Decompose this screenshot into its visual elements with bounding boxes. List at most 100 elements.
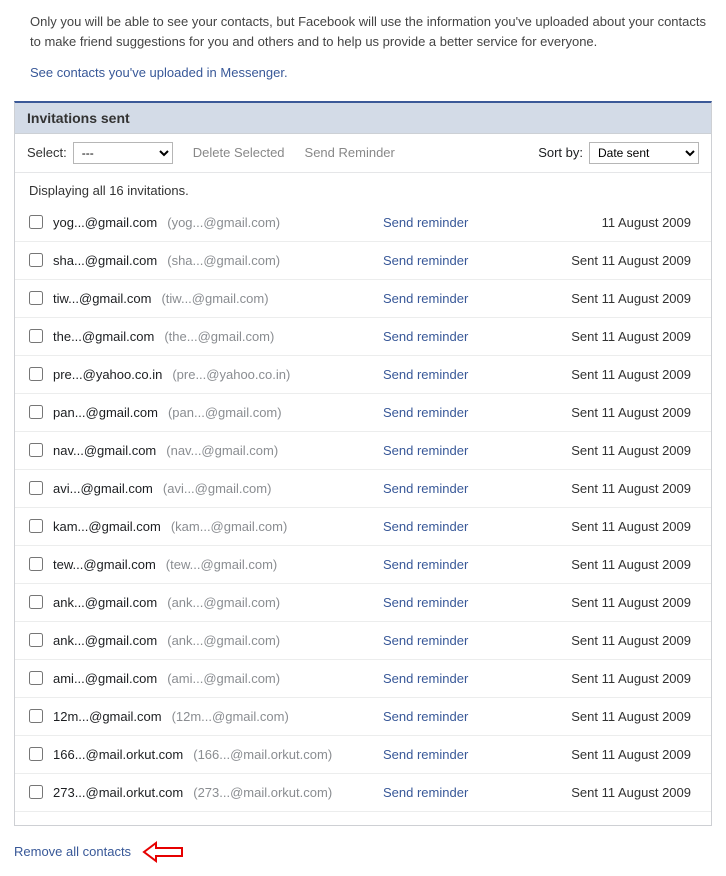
sent-date: Sent 11 August 2009 <box>513 291 697 306</box>
row-checkbox[interactable] <box>29 671 43 685</box>
row-checkbox[interactable] <box>29 785 43 799</box>
sent-date: Sent 11 August 2009 <box>513 557 697 572</box>
contact-email: yog...@gmail.com <box>53 215 157 230</box>
display-summary: Displaying all 16 invitations. <box>15 173 711 204</box>
contact-email-duplicate: (ami...@gmail.com) <box>167 671 280 686</box>
contact-email-duplicate: (tiw...@gmail.com) <box>161 291 268 306</box>
sent-date: Sent 11 August 2009 <box>513 633 697 648</box>
contact-email-duplicate: (sha...@gmail.com) <box>167 253 280 268</box>
sent-date: Sent 11 August 2009 <box>513 405 697 420</box>
contact-email-duplicate: (pre...@yahoo.co.in) <box>172 367 290 382</box>
row-checkbox[interactable] <box>29 405 43 419</box>
contact-email-duplicate: (12m...@gmail.com) <box>172 709 289 724</box>
delete-selected-button[interactable]: Delete Selected <box>193 145 285 160</box>
contact-email: tiw...@gmail.com <box>53 291 151 306</box>
send-reminder-link[interactable]: Send reminder <box>383 785 513 800</box>
contact-email: pan...@gmail.com <box>53 405 158 420</box>
send-reminder-link[interactable]: Send reminder <box>383 215 513 230</box>
contact-email: 12m...@gmail.com <box>53 709 162 724</box>
row-checkbox[interactable] <box>29 595 43 609</box>
sort-dropdown[interactable]: Date sent <box>589 142 699 164</box>
send-reminder-link[interactable]: Send reminder <box>383 253 513 268</box>
table-row: yog...@gmail.com (yog...@gmail.com) Send r… <box>15 204 711 241</box>
send-reminder-link[interactable]: Send reminder <box>383 405 513 420</box>
table-row: pan...@gmail.com (pan...@gmail.com) Send r… <box>15 393 711 431</box>
row-checkbox[interactable] <box>29 367 43 381</box>
table-row: tew...@gmail.com (tew...@gmail.com) Send r… <box>15 545 711 583</box>
contact-email-duplicate: (tew...@gmail.com) <box>166 557 277 572</box>
table-row: the...@gmail.com (the...@gmail.com) Send r… <box>15 317 711 355</box>
sent-date: Sent 11 August 2009 <box>513 519 697 534</box>
row-checkbox[interactable] <box>29 519 43 533</box>
contact-email: pre...@yahoo.co.in <box>53 367 162 382</box>
contact-email-duplicate: (avi...@gmail.com) <box>163 481 272 496</box>
contact-email: sha...@gmail.com <box>53 253 157 268</box>
sent-date: 11 August 2009 <box>513 215 697 230</box>
send-reminder-link[interactable]: Send reminder <box>383 291 513 306</box>
contact-email: avi...@gmail.com <box>53 481 153 496</box>
contact-email-duplicate: (273...@mail.orkut.com) <box>193 785 332 800</box>
sent-date: Sent 11 August 2009 <box>513 709 697 724</box>
table-row: sha...@gmail.com (sha...@gmail.com) Send r… <box>15 241 711 279</box>
send-reminder-link[interactable]: Send reminder <box>383 671 513 686</box>
table-row: ank...@gmail.com (ank...@gmail.com) Send r… <box>15 621 711 659</box>
send-reminder-link[interactable]: Send reminder <box>383 747 513 762</box>
sent-date: Sent 11 August 2009 <box>513 443 697 458</box>
table-row: tiw...@gmail.com (tiw...@gmail.com) Send r… <box>15 279 711 317</box>
send-reminder-link[interactable]: Send reminder <box>383 633 513 648</box>
select-dropdown[interactable]: --- <box>73 142 173 164</box>
sent-date: Sent 11 August 2009 <box>513 747 697 762</box>
select-label: Select: <box>27 145 67 160</box>
messenger-contacts-link[interactable]: See contacts you've uploaded in Messenge… <box>30 65 288 80</box>
send-reminder-link[interactable]: Send reminder <box>383 519 513 534</box>
contact-email-duplicate: (pan...@gmail.com) <box>168 405 282 420</box>
contact-email-duplicate: (kam...@gmail.com) <box>171 519 288 534</box>
sent-date: Sent 11 August 2009 <box>513 595 697 610</box>
panel-title: Invitations sent <box>15 103 711 134</box>
contact-email: tew...@gmail.com <box>53 557 156 572</box>
send-reminder-link[interactable]: Send reminder <box>383 481 513 496</box>
send-reminder-link[interactable]: Send reminder <box>383 709 513 724</box>
contact-email-duplicate: (ank...@gmail.com) <box>167 633 280 648</box>
invitations-panel: Invitations sent Select: --- Delete Sele… <box>14 101 712 826</box>
table-row: pre...@yahoo.co.in (pre...@yahoo.co.in) Se… <box>15 355 711 393</box>
contact-email: 166...@mail.orkut.com <box>53 747 183 762</box>
row-checkbox[interactable] <box>29 633 43 647</box>
table-row: 273...@mail.orkut.com (273...@mail.orkut.… <box>15 773 711 811</box>
contact-email: 273...@mail.orkut.com <box>53 785 183 800</box>
table-row: ank...@gmail.com(ank...@gmail.com)Send r… <box>15 583 711 621</box>
row-checkbox[interactable] <box>29 481 43 495</box>
sent-date: Sent 11 August 2009 <box>513 329 697 344</box>
sent-date: Sent 11 August 2009 <box>513 671 697 686</box>
sent-date: Sent 11 August 2009 <box>513 785 697 800</box>
row-checkbox[interactable] <box>29 253 43 267</box>
row-checkbox[interactable] <box>29 329 43 343</box>
contact-email-duplicate: (the...@gmail.com) <box>164 329 274 344</box>
contact-email: ank...@gmail.com <box>53 633 157 648</box>
send-reminder-link[interactable]: Send reminder <box>383 367 513 382</box>
row-checkbox[interactable] <box>29 443 43 457</box>
table-row: avi...@gmail.com (avi...@gmail.com) Send r… <box>15 469 711 507</box>
send-reminder-button[interactable]: Send Reminder <box>305 145 395 160</box>
row-checkbox[interactable] <box>29 291 43 305</box>
table-row: ami...@gmail.com (ami...@gmail.com) Send r… <box>15 659 711 697</box>
contact-email: the...@gmail.com <box>53 329 154 344</box>
contact-email: nav...@gmail.com <box>53 443 156 458</box>
sent-date: Sent 11 August 2009 <box>513 481 697 496</box>
row-checkbox[interactable] <box>29 709 43 723</box>
row-checkbox[interactable] <box>29 747 43 761</box>
contact-email: ank...@gmail.com <box>53 595 157 610</box>
sent-date: Sent 11 August 2009 <box>513 367 697 382</box>
contact-email-duplicate: (yog...@gmail.com) <box>167 215 280 230</box>
sent-date: Sent 11 August 2009 <box>513 253 697 268</box>
row-checkbox[interactable] <box>29 215 43 229</box>
sort-label: Sort by: <box>538 145 583 160</box>
contact-email: ami...@gmail.com <box>53 671 157 686</box>
table-row: nav...@gmail.com(nav...@gmail.com)Send r… <box>15 431 711 469</box>
row-checkbox[interactable] <box>29 557 43 571</box>
table-row: 12m...@gmail.com (12m...@gmail.com) Send r… <box>15 697 711 735</box>
send-reminder-link[interactable]: Send reminder <box>383 595 513 610</box>
send-reminder-link[interactable]: Send reminder <box>383 557 513 572</box>
send-reminder-link[interactable]: Send reminder <box>383 329 513 344</box>
send-reminder-link[interactable]: Send reminder <box>383 443 513 458</box>
